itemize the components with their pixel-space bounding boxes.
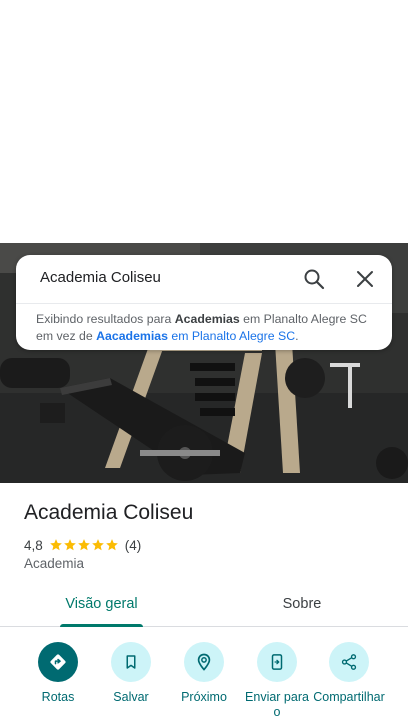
star-icon bbox=[91, 539, 104, 551]
star-icon bbox=[77, 539, 90, 551]
share-label: Compartilhar bbox=[313, 690, 385, 704]
search-input[interactable]: Academia Coliseu bbox=[40, 269, 161, 286]
place-category: Academia bbox=[24, 556, 85, 571]
nearby-label: Próximo bbox=[181, 690, 227, 704]
send-to-phone-icon bbox=[257, 642, 297, 682]
rating-stars bbox=[49, 538, 119, 552]
search-card: Academia Coliseu Exibindo resultados par… bbox=[16, 255, 392, 350]
place-title: Academia Coliseu bbox=[24, 501, 194, 524]
tab-active-indicator bbox=[60, 624, 143, 627]
map-blank-area bbox=[0, 0, 408, 243]
share-button[interactable]: Compartilhar bbox=[309, 642, 389, 705]
rating-value: 4,8 bbox=[24, 537, 43, 553]
place-tabs: Visão geral Sobre bbox=[0, 584, 408, 627]
save-button[interactable]: Salvar bbox=[91, 642, 171, 705]
star-icon bbox=[63, 539, 76, 551]
nearby-icon bbox=[184, 642, 224, 682]
notice-location: em Planalto Alegre SC bbox=[239, 312, 367, 326]
search-instead-link[interactable]: Aacademias em Planalto Alegre SC bbox=[96, 329, 295, 343]
notice-corrected-term: Academias bbox=[174, 312, 240, 326]
action-bar: Rotas Salvar Próximo Enviar para o Compa… bbox=[0, 640, 408, 726]
notice-period: . bbox=[295, 329, 299, 343]
directions-label: Rotas bbox=[41, 690, 75, 704]
close-icon[interactable] bbox=[353, 267, 377, 291]
search-divider bbox=[16, 303, 392, 304]
notice-line2-prefix: em vez de bbox=[36, 329, 97, 343]
spelling-correction-notice: Exibindo resultados para Academias em Pl… bbox=[36, 311, 380, 345]
bookmark-icon bbox=[111, 642, 151, 682]
directions-button[interactable]: Rotas bbox=[18, 642, 98, 705]
send-to-phone-label: Enviar para o bbox=[245, 690, 309, 719]
tab-overview[interactable]: Visão geral bbox=[60, 596, 143, 612]
notice-prefix: Exibindo resultados para bbox=[36, 312, 175, 326]
search-icon[interactable] bbox=[302, 267, 326, 291]
notice-original-rest: em Planalto Alegre SC bbox=[167, 329, 296, 343]
star-icon bbox=[49, 539, 62, 551]
review-count: (4) bbox=[124, 537, 142, 553]
search-bar: Academia Coliseu bbox=[16, 255, 392, 303]
notice-original-term: Aacademias bbox=[96, 329, 168, 343]
star-icon bbox=[105, 539, 118, 551]
send-to-phone-button[interactable]: Enviar para o bbox=[237, 642, 317, 720]
save-label: Salvar bbox=[113, 690, 149, 704]
directions-icon bbox=[38, 642, 78, 682]
nearby-button[interactable]: Próximo bbox=[164, 642, 244, 705]
share-icon bbox=[329, 642, 369, 682]
tab-about[interactable]: Sobre bbox=[262, 596, 342, 612]
rating-row[interactable]: 4,8 (4) bbox=[24, 536, 141, 554]
